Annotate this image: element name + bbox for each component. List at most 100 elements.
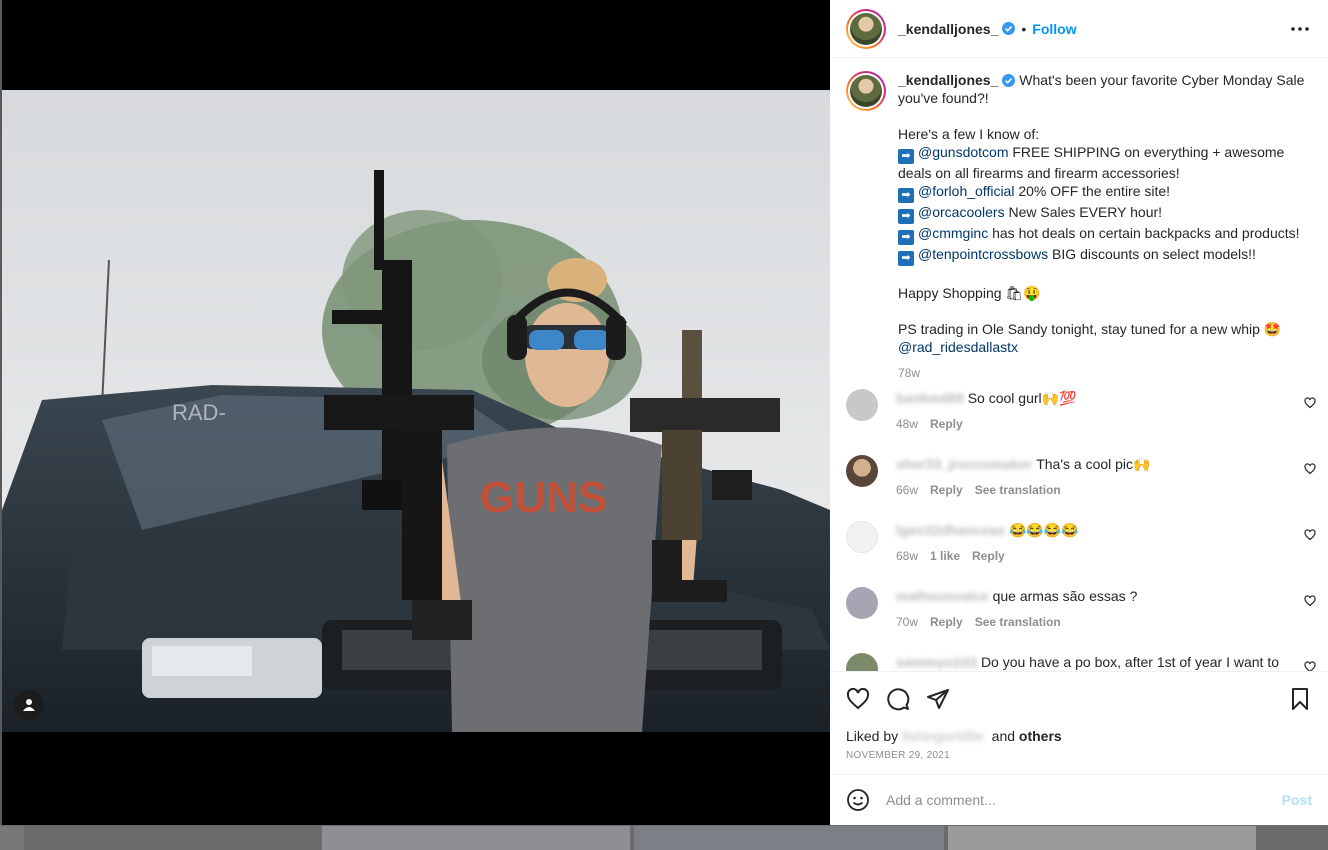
mention-link[interactable]: @tenpointcrossbows — [918, 246, 1048, 262]
commenter-username[interactable]: sher33_jroccomaker — [896, 455, 1032, 473]
likes-prefix: Liked by — [846, 728, 899, 744]
author-avatar[interactable] — [846, 8, 886, 49]
shirt-print: GUNS — [480, 473, 607, 522]
mention-link[interactable]: @cmmginc — [918, 225, 988, 241]
caption-item-text: BIG discounts on select models!! — [1048, 246, 1256, 262]
comment-item: sammyo2d3 Do you have a po box, after 1st… — [846, 653, 1316, 671]
caption-ps: PS trading in Ole Sandy tonight, stay tu… — [898, 321, 1282, 337]
post-comment-button[interactable]: Post — [1282, 792, 1312, 808]
like-heart-icon[interactable] — [846, 687, 870, 711]
share-paper-plane-icon[interactable] — [926, 687, 950, 711]
like-comment-heart-icon[interactable] — [1304, 661, 1316, 671]
tagged-users-button[interactable] — [14, 690, 44, 720]
caption-shopping: Happy Shopping 🛍🤑 — [898, 285, 1041, 301]
caption-item-text: has hot deals on certain backpacks and p… — [988, 225, 1300, 241]
ellipsis-icon — [1291, 26, 1309, 31]
like-comment-heart-icon[interactable] — [1304, 397, 1316, 409]
comment-input[interactable] — [886, 792, 1282, 808]
comment-text: Do you have a po box, after 1st of year … — [980, 654, 1279, 670]
post-header: _kendalljones_ • Follow — [830, 0, 1328, 58]
commenter-username[interactable]: lgeo32dhanceas — [896, 521, 1005, 539]
instagram-post-modal: RAD- GUNS _kendalljones_ • Follow _kenda… — [0, 0, 1328, 850]
commenter-avatar[interactable] — [846, 389, 878, 421]
comment-time[interactable]: 70w — [896, 615, 918, 629]
caption-item: ➡ @cmmginc has hot deals on certain backp… — [898, 224, 1308, 245]
arrow-emoji-icon: ➡ — [898, 251, 914, 266]
caption-intro: Here's a few I know of: — [898, 126, 1040, 142]
reply-button[interactable]: Reply — [930, 483, 963, 497]
verified-badge-icon — [1002, 22, 1016, 35]
comment-likes-count[interactable]: 1 like — [930, 549, 960, 563]
caption-username[interactable]: _kendalljones_ — [898, 72, 998, 88]
backdrop-thumb[interactable] — [634, 826, 944, 850]
post-caption: _kendalljones_ What's been your favorite… — [830, 59, 1328, 382]
comment-text: So cool gurl🙌💯 — [967, 390, 1077, 406]
liked-by-user[interactable]: fishingwrld9e — [902, 728, 984, 744]
see-translation-button[interactable]: See translation — [975, 615, 1061, 629]
reply-button[interactable]: Reply — [972, 549, 1005, 563]
commenter-avatar[interactable] — [846, 455, 878, 487]
comments-scroll-area[interactable]: _kendalljones_ What's been your favorite… — [830, 59, 1328, 671]
comment-text: Tha's a cool pic🙌 — [1036, 456, 1151, 472]
commenter-avatar[interactable] — [846, 653, 878, 671]
like-comment-heart-icon[interactable] — [1304, 529, 1316, 541]
post-date[interactable]: NOVEMBER 29, 2021 — [846, 750, 1312, 761]
comment-text: que armas são essas ? — [992, 588, 1138, 604]
caption-timestamp[interactable]: 78w — [898, 364, 1308, 382]
comment-item: matheusvalce que armas são essas ? 70w Rep… — [846, 587, 1316, 631]
comment-item: sher33_jroccomaker Tha's a cool pic🙌 66w R… — [846, 455, 1316, 499]
reply-button[interactable]: Reply — [930, 615, 963, 629]
reply-button[interactable]: Reply — [930, 417, 963, 431]
backdrop-thumb[interactable] — [948, 826, 1256, 850]
arrow-emoji-icon: ➡ — [898, 230, 914, 245]
caption-item-text: 20% OFF the entire site! — [1014, 183, 1171, 199]
post-side-panel: _kendalljones_ • Follow _kendalljones_ W… — [830, 0, 1328, 825]
follow-button[interactable]: Follow — [1032, 21, 1076, 37]
comment-time[interactable]: 66w — [896, 483, 918, 497]
backdrop-thumb — [0, 826, 24, 850]
mention-link[interactable]: @rad_ridesdallastx — [898, 339, 1018, 355]
likes-and: and — [991, 728, 1016, 744]
emoji-smiley-icon[interactable] — [846, 788, 870, 812]
caption-item: ➡ @gunsdotcom FREE SHIPPING on everything… — [898, 143, 1308, 182]
comment-time[interactable]: 48w — [896, 417, 918, 431]
likes-summary: Liked by fishingwrld9e and others — [846, 728, 1312, 744]
arrow-emoji-icon: ➡ — [898, 149, 914, 164]
post-media: RAD- GUNS — [2, 0, 830, 825]
likes-others-link[interactable]: others — [1019, 728, 1062, 744]
see-translation-button[interactable]: See translation — [975, 483, 1061, 497]
arrow-emoji-icon: ➡ — [898, 209, 914, 224]
author-username[interactable]: _kendalljones_ — [898, 21, 998, 37]
mention-link[interactable]: @orcacoolers — [918, 204, 1005, 220]
comment-text: 😂😂😂😂 — [1008, 522, 1079, 538]
person-icon — [23, 699, 35, 711]
caption-item: ➡ @tenpointcrossbows BIG discounts on sel… — [898, 245, 1308, 266]
post-photo[interactable]: RAD- GUNS — [2, 90, 830, 732]
separator-dot: • — [1021, 20, 1027, 37]
comment-item: bankwd89 So cool gurl🙌💯 48w Reply — [846, 389, 1316, 433]
comment-time[interactable]: 68w — [896, 549, 918, 563]
more-options-button[interactable] — [1288, 26, 1312, 31]
add-comment-bar: Post — [830, 774, 1328, 825]
commenter-username[interactable]: bankwd89 — [896, 389, 964, 407]
post-actions: Liked by fishingwrld9e and others NOVEMB… — [830, 671, 1328, 774]
caption-item-text: New Sales EVERY hour! — [1004, 204, 1163, 220]
comment-bubble-icon[interactable] — [886, 687, 910, 711]
caption-avatar[interactable] — [846, 71, 886, 111]
mention-link[interactable]: @forloh_official — [918, 183, 1014, 199]
like-comment-heart-icon[interactable] — [1304, 463, 1316, 475]
verified-badge-icon — [1002, 74, 1016, 87]
commenter-avatar[interactable] — [846, 587, 878, 619]
like-comment-heart-icon[interactable] — [1304, 595, 1316, 607]
commenter-username[interactable]: sammyo2d3 — [896, 653, 977, 671]
mention-link[interactable]: @gunsdotcom — [918, 144, 1008, 160]
commenter-avatar[interactable] — [846, 521, 878, 553]
commenter-username[interactable]: matheusvalce — [896, 587, 989, 605]
arrow-emoji-icon: ➡ — [898, 188, 914, 203]
comment-item: lgeo32dhanceas 😂😂😂😂 68w 1 like Reply — [846, 521, 1316, 565]
caption-item: ➡ @orcacoolers New Sales EVERY hour! — [898, 203, 1308, 224]
caption-item: ➡ @forloh_official 20% OFF the entire sit… — [898, 182, 1308, 203]
save-bookmark-icon[interactable] — [1288, 687, 1312, 711]
backdrop-thumb[interactable] — [322, 826, 630, 850]
windshield-decal: RAD- — [172, 400, 226, 425]
